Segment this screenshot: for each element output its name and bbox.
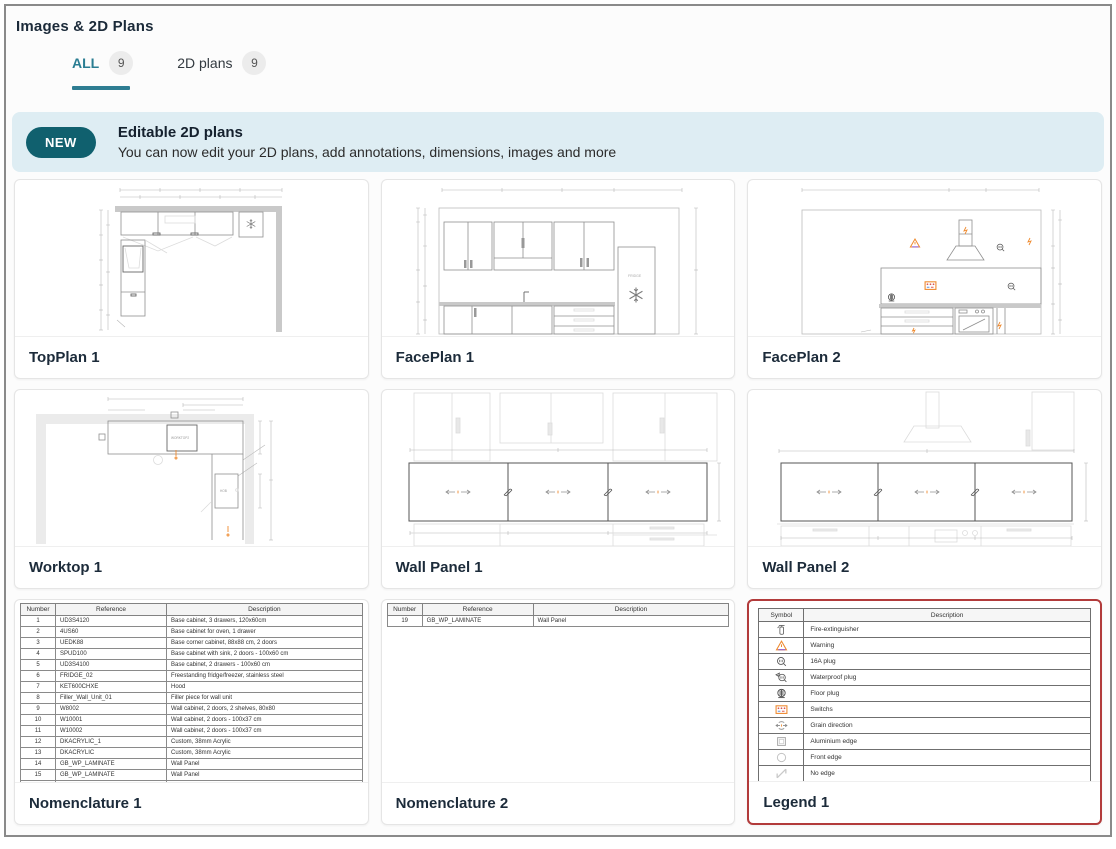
table-row: Warning <box>759 638 1091 654</box>
table-row: Grain direction <box>759 718 1091 734</box>
fire-extinguisher-icon <box>775 623 788 636</box>
wall-panel-1-title: Wall Panel 1 <box>382 546 735 588</box>
table-row: 7KET600CHXEHood <box>21 682 363 693</box>
card-legend-1[interactable]: SymbolDescriptionFire-extinguisherWarnin… <box>747 599 1102 825</box>
plans-grid: TopPlan 1 <box>6 179 1110 825</box>
card-topplan-1[interactable]: TopPlan 1 <box>14 179 369 379</box>
card-nomenclature-2[interactable]: NumberReferenceDescription19GB_WP_LAMINA… <box>381 599 736 825</box>
table-row: Switchs <box>759 702 1091 718</box>
table-row: 3UEDK88Base corner cabinet, 88x88 cm, 2 … <box>21 638 363 649</box>
legend-1-thumbnail: SymbolDescriptionFire-extinguisherWarnin… <box>749 601 1100 781</box>
card-faceplan-2[interactable]: FacePlan 2 <box>747 179 1102 379</box>
tab-all-label: ALL <box>72 55 99 71</box>
column-header: Symbol <box>759 609 804 622</box>
nomenclature-2-thumbnail: NumberReferenceDescription19GB_WP_LAMINA… <box>382 600 735 782</box>
tab-2d-plans-count-badge: 9 <box>242 51 266 75</box>
svg-text:WORKTOP2: WORKTOP2 <box>171 436 189 440</box>
new-badge: NEW <box>26 127 96 158</box>
tab-all[interactable]: ALL 9 <box>72 51 133 90</box>
table-row: 11W10002Wall cabinet, 2 doors - 100x37 c… <box>21 726 363 737</box>
aluminium-edge-icon <box>775 735 788 748</box>
wall-panel-2-title: Wall Panel 2 <box>748 546 1101 588</box>
plug-16a-icon <box>775 655 788 668</box>
topplan-1-title: TopPlan 1 <box>15 336 368 378</box>
faceplan-2-thumbnail <box>748 180 1101 336</box>
table-row: Aluminium edge <box>759 734 1091 750</box>
table-row: 13DKACRYLICCustom, 38mm Acrylic <box>21 748 363 759</box>
table-row: 12DKACRYLIC_1Custom, 38mm Acrylic <box>21 737 363 748</box>
table-row: No edge <box>759 766 1091 782</box>
table-row: 4SPUD100Base cabinet with sink, 2 doors … <box>21 649 363 660</box>
table-row: 19GB_WP_LAMINATEWall Panel <box>387 616 729 627</box>
worktop-1-thumbnail: WORKTOP2 HOB <box>15 390 368 546</box>
front-edge-icon <box>775 751 788 764</box>
card-wall-panel-1[interactable]: Wall Panel 1 <box>381 389 736 589</box>
grain-direction-icon <box>775 719 788 732</box>
wall-panel-2-thumbnail <box>748 390 1101 546</box>
waterproof-plug-icon <box>775 671 788 684</box>
card-faceplan-1[interactable]: FRIDGE FacePlan 1 <box>381 179 736 379</box>
warning-icon <box>775 639 788 652</box>
legend-1-table: SymbolDescriptionFire-extinguisherWarnin… <box>758 608 1091 781</box>
table-row: Fire-extinguisher <box>759 622 1091 638</box>
tab-2d-plans[interactable]: 2D plans 9 <box>177 51 266 90</box>
card-wall-panel-2[interactable]: Wall Panel 2 <box>747 389 1102 589</box>
nomenclature-1-title: Nomenclature 1 <box>15 782 368 824</box>
card-nomenclature-1[interactable]: NumberReferenceDescription1UD3S4120Base … <box>14 599 369 825</box>
column-header: Reference <box>422 604 533 616</box>
faceplan-1-title: FacePlan 1 <box>382 336 735 378</box>
nomenclature-1-thumbnail: NumberReferenceDescription1UD3S4120Base … <box>15 600 368 782</box>
faceplan-2-title: FacePlan 2 <box>748 336 1101 378</box>
table-row: 15GB_WP_LAMINATEWall Panel <box>21 770 363 781</box>
switch-icon <box>775 703 788 716</box>
table-row: 10W10001Wall cabinet, 2 doors - 100x37 c… <box>21 715 363 726</box>
tab-active-underline <box>72 86 130 90</box>
tab-bar: ALL 9 2D plans 9 <box>72 51 1110 90</box>
tab-2d-plans-label: 2D plans <box>177 55 232 71</box>
wall-panel-1-thumbnail <box>382 390 735 546</box>
floor-plug-icon <box>775 687 788 700</box>
card-worktop-1[interactable]: WORKTOP2 HOB Worktop 1 <box>14 389 369 589</box>
column-header: Description <box>167 604 363 616</box>
table-row: Waterproof plug <box>759 670 1091 686</box>
table-row: 24US60Base cabinet for oven, 1 drawer <box>21 627 363 638</box>
topplan-1-thumbnail <box>15 180 368 336</box>
table-row: 6FRIDGE_02Freestanding fridge/freezer, s… <box>21 671 363 682</box>
table-row: Front edge <box>759 750 1091 766</box>
faceplan-1-thumbnail: FRIDGE <box>382 180 735 336</box>
table-row: 16A plug <box>759 654 1091 670</box>
banner-subtitle: You can now edit your 2D plans, add anno… <box>118 144 616 160</box>
nomenclature-2-table: NumberReferenceDescription19GB_WP_LAMINA… <box>387 603 730 627</box>
no-edge-icon <box>775 767 788 780</box>
svg-text:HOB: HOB <box>220 489 227 493</box>
page-title: Images & 2D Plans <box>6 6 1110 35</box>
column-header: Description <box>533 604 729 616</box>
table-row: 8Filler_Wall_Unit_01Filler piece for wal… <box>21 693 363 704</box>
column-header: Description <box>804 609 1091 622</box>
table-row: Floor plug <box>759 686 1091 702</box>
column-header: Reference <box>56 604 167 616</box>
column-header: Number <box>21 604 56 616</box>
editable-plans-banner: NEW Editable 2D plans You can now edit y… <box>12 112 1104 172</box>
svg-text:FRIDGE: FRIDGE <box>628 274 642 278</box>
worktop-1-title: Worktop 1 <box>15 546 368 588</box>
banner-title: Editable 2D plans <box>118 124 616 141</box>
table-row: 14GB_WP_LAMINATEWall Panel <box>21 759 363 770</box>
nomenclature-1-table: NumberReferenceDescription1UD3S4120Base … <box>20 603 363 782</box>
images-2d-plans-panel: Images & 2D Plans ALL 9 2D plans 9 NEW E… <box>4 4 1112 837</box>
column-header: Number <box>387 604 422 616</box>
tab-all-count-badge: 9 <box>109 51 133 75</box>
table-row: 5UD3S4100Base cabinet, 2 drawers - 100x6… <box>21 660 363 671</box>
legend-1-title: Legend 1 <box>749 781 1100 823</box>
nomenclature-2-title: Nomenclature 2 <box>382 782 735 824</box>
table-row: 9W8002Wall cabinet, 2 doors, 2 shelves, … <box>21 704 363 715</box>
table-row: 1UD3S4120Base cabinet, 3 drawers, 120x60… <box>21 616 363 627</box>
